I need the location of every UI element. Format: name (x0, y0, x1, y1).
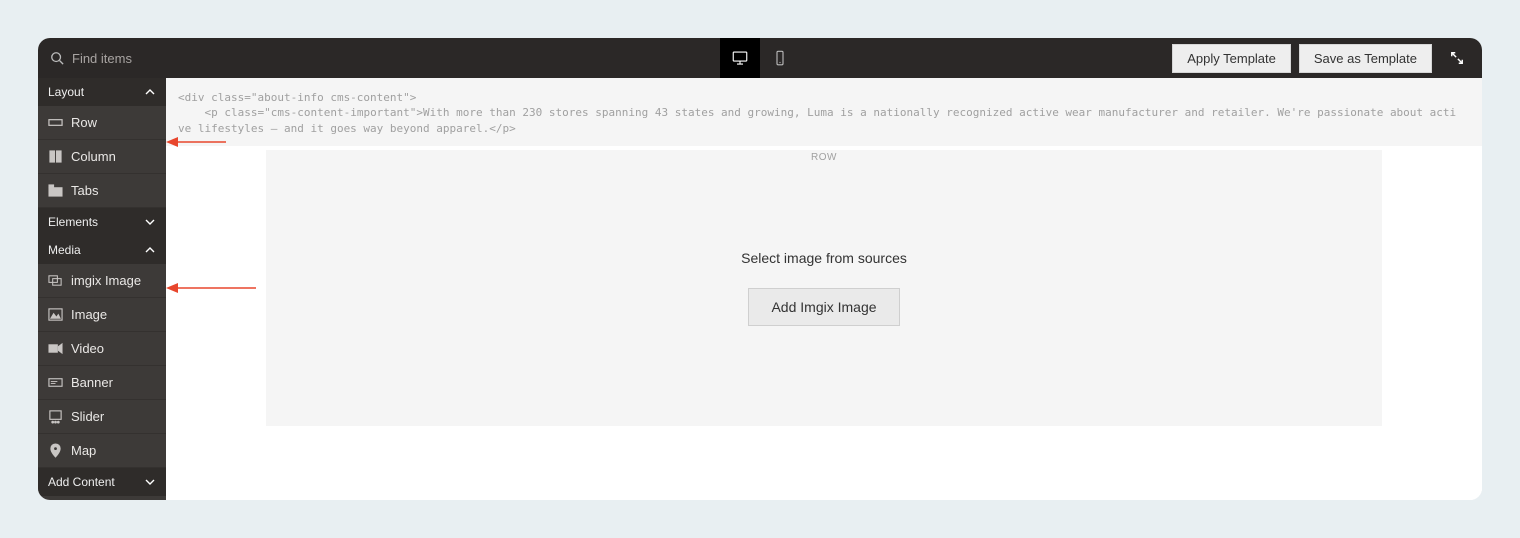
sidebar-item-label: imgix Image (71, 273, 141, 288)
sidebar-item-label: Tabs (71, 183, 98, 198)
chevron-up-icon (144, 244, 156, 256)
map-pin-icon (48, 443, 63, 458)
code-line: <p class="cms-content-important">With mo… (178, 106, 1456, 134)
sidebar-item-label: Map (71, 443, 96, 458)
page-builder-app: Apply Template Save as Template Layout R… (38, 38, 1482, 500)
sidebar-item-column[interactable]: Column (38, 140, 166, 174)
fullscreen-icon (1450, 51, 1464, 65)
search-icon (50, 51, 64, 65)
chevron-up-icon (144, 86, 156, 98)
section-elements[interactable]: Elements (38, 208, 166, 236)
sidebar: Layout Row Column Tabs Elements Media (38, 78, 166, 500)
sidebar-item-banner[interactable]: Banner (38, 366, 166, 400)
search-wrap (38, 51, 338, 66)
select-image-text: Select image from sources (741, 250, 907, 266)
row-label: ROW (266, 150, 1382, 165)
fullscreen-button[interactable] (1440, 38, 1474, 78)
section-label: Add Content (48, 475, 115, 489)
viewport-desktop-button[interactable] (720, 38, 760, 78)
sidebar-item-tabs[interactable]: Tabs (38, 174, 166, 208)
sidebar-item-label: Column (71, 149, 116, 164)
video-icon (48, 341, 63, 356)
sidebar-item-row[interactable]: Row (38, 106, 166, 140)
search-input[interactable] (72, 51, 338, 66)
imgix-image-icon (48, 273, 63, 288)
sidebar-item-slider[interactable]: Slider (38, 400, 166, 434)
html-code-block[interactable]: <div class="about-info cms-content"> <p … (166, 78, 1482, 146)
banner-icon (48, 375, 63, 390)
sidebar-item-image[interactable]: Image (38, 298, 166, 332)
row-dropzone[interactable]: ROW Select image from sources Add Imgix … (266, 150, 1382, 426)
section-add-content[interactable]: Add Content (38, 468, 166, 496)
section-layout[interactable]: Layout (38, 78, 166, 106)
sidebar-item-imgix-image[interactable]: imgix Image (38, 264, 166, 298)
section-label: Elements (48, 215, 98, 229)
sidebar-item-label: Video (71, 341, 104, 356)
section-label: Media (48, 243, 81, 257)
sidebar-item-label: Image (71, 307, 107, 322)
section-label: Layout (48, 85, 84, 99)
sidebar-item-label: Banner (71, 375, 113, 390)
toolbar: Apply Template Save as Template (38, 38, 1482, 78)
apply-template-button[interactable]: Apply Template (1172, 44, 1291, 73)
chevron-down-icon (144, 216, 156, 228)
tabs-icon (48, 183, 63, 198)
slider-icon (48, 409, 63, 424)
save-template-button[interactable]: Save as Template (1299, 44, 1432, 73)
code-line: <div class="about-info cms-content"> (178, 91, 416, 104)
column-icon (48, 149, 63, 164)
main: Layout Row Column Tabs Elements Media (38, 78, 1482, 500)
mobile-icon (771, 49, 789, 67)
sidebar-item-map[interactable]: Map (38, 434, 166, 468)
sidebar-item-label: Row (71, 115, 97, 130)
toolbar-actions: Apply Template Save as Template (1172, 38, 1482, 78)
image-icon (48, 307, 63, 322)
add-imgix-image-button[interactable]: Add Imgix Image (748, 288, 899, 326)
section-media[interactable]: Media (38, 236, 166, 264)
chevron-down-icon (144, 476, 156, 488)
sidebar-item-label: Slider (71, 409, 104, 424)
sidebar-item-video[interactable]: Video (38, 332, 166, 366)
desktop-icon (731, 49, 749, 67)
annotation-arrow-icon (166, 278, 256, 298)
viewport-toggle (720, 38, 800, 78)
row-icon (48, 115, 63, 130)
viewport-mobile-button[interactable] (760, 38, 800, 78)
canvas[interactable]: <div class="about-info cms-content"> <p … (166, 78, 1482, 500)
